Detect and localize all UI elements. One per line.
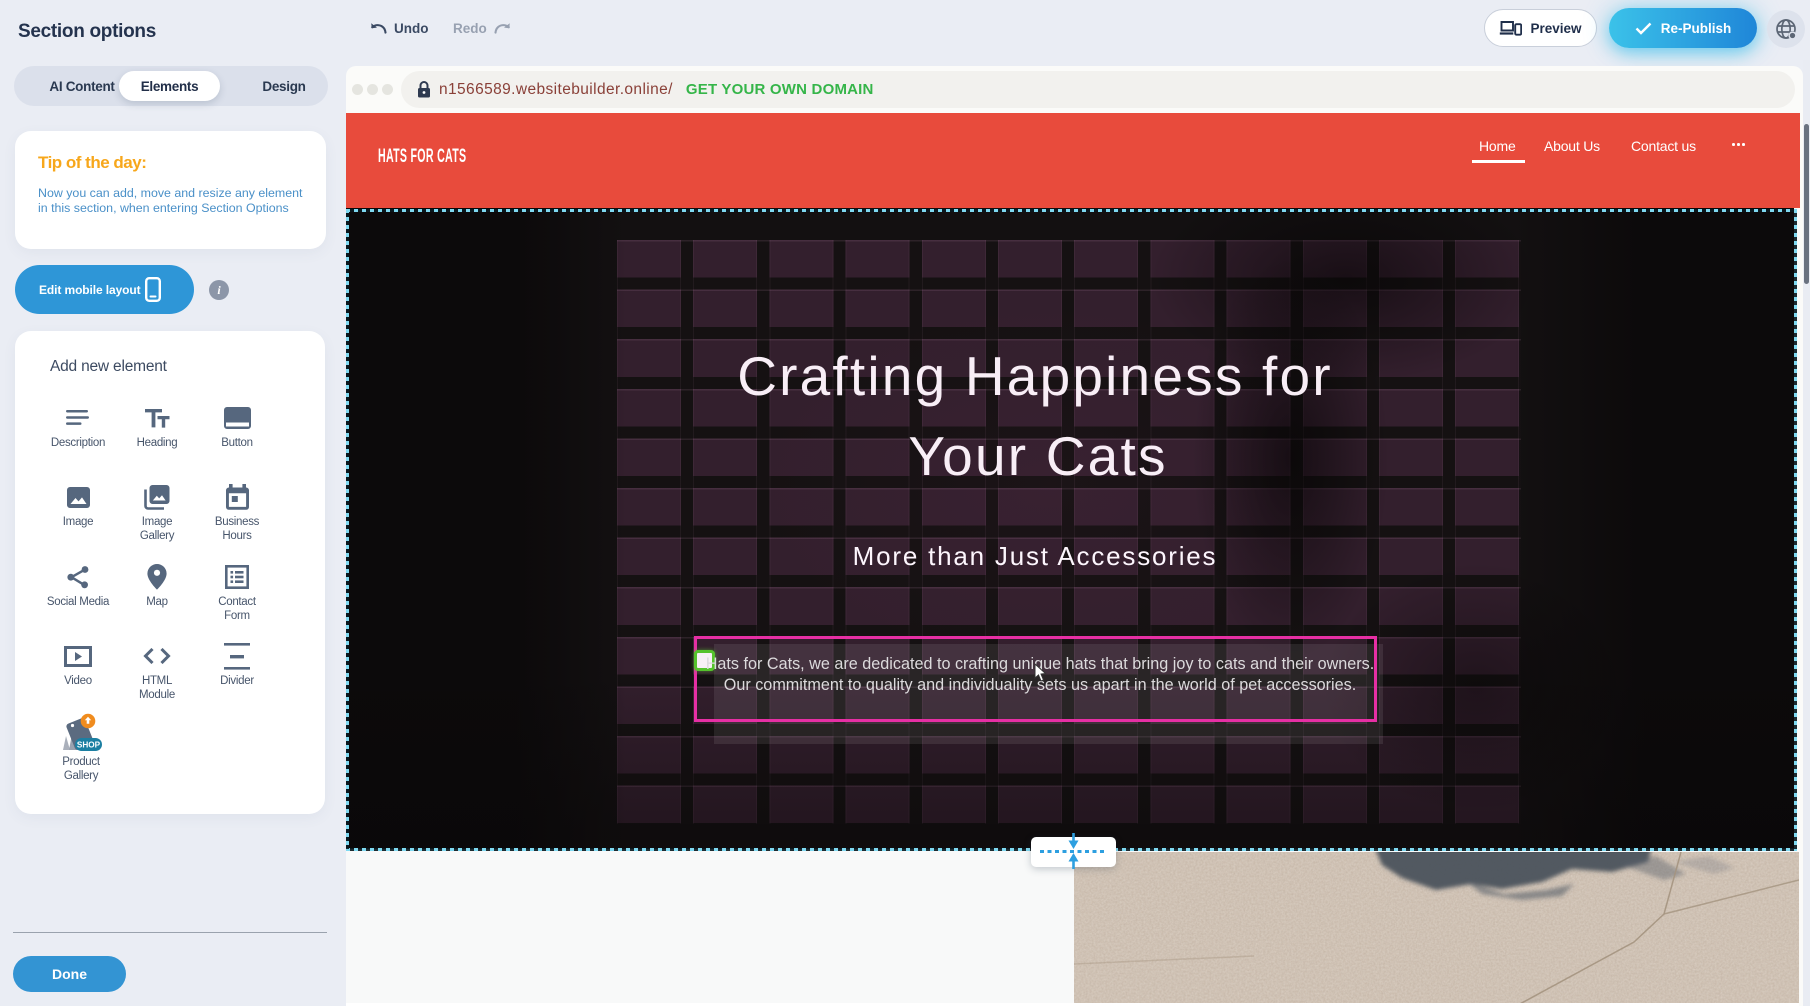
svg-text:SHOP: SHOP (77, 741, 101, 750)
